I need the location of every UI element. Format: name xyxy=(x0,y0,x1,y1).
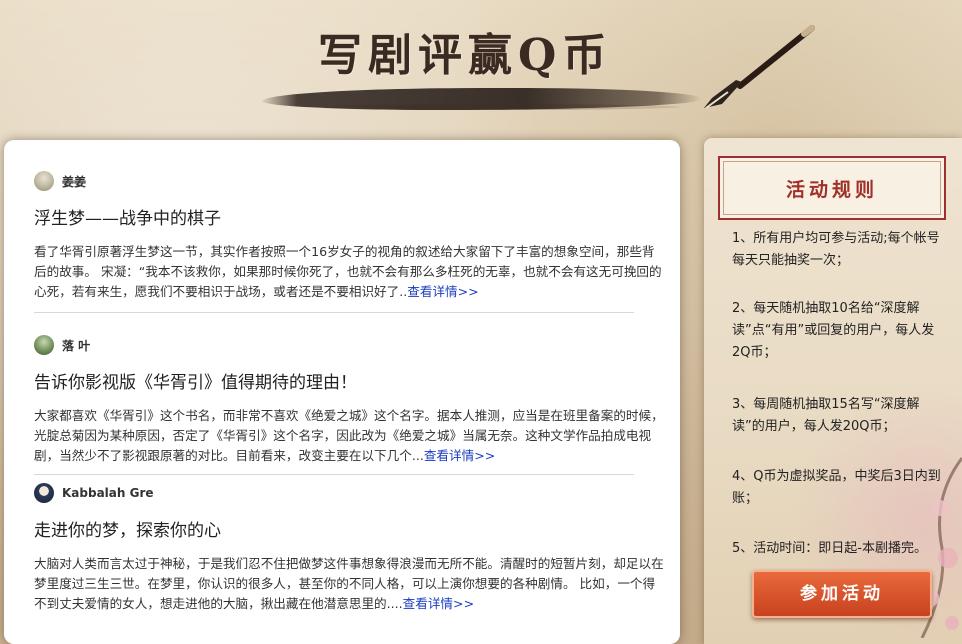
excerpt-text: 看了华胥引原著浮生梦这一节，其实作者按照一个16岁女子的视角的叙述给大家留下了丰… xyxy=(34,244,662,299)
review-item: 落 叶 告诉你影视版《华胥引》值得期待的理由！ 大家都喜欢《华胥引》这个书名，而… xyxy=(34,334,664,466)
join-activity-button[interactable]: 参加活动 xyxy=(752,570,932,618)
read-more-link[interactable]: 查看详情>> xyxy=(403,596,474,611)
avatar[interactable] xyxy=(34,171,54,191)
excerpt-text: 大家都喜欢《华胥引》这个书名，而非常不喜欢《绝爱之城》这个名字。据本人推测，应当… xyxy=(34,408,664,463)
avatar[interactable] xyxy=(34,335,54,355)
review-excerpt: 大家都喜欢《华胥引》这个书名，而非常不喜欢《绝爱之城》这个名字。据本人推测，应当… xyxy=(34,406,664,466)
page-title: 写剧评赢Q币 xyxy=(318,30,613,81)
review-excerpt: 看了华胥引原著浮生梦这一节，其实作者按照一个16岁女子的视角的叙述给大家留下了丰… xyxy=(34,242,664,302)
review-item: 姜姜 浮生梦——战争中的棋子 看了华胥引原著浮生梦这一节，其实作者按照一个16岁… xyxy=(34,170,664,302)
review-title[interactable]: 走进你的梦，探索你的心 xyxy=(34,520,664,542)
calligraphy-brush-icon xyxy=(704,25,815,109)
author-name[interactable]: 落 叶 xyxy=(62,337,90,354)
rules-heading: 活动规则 xyxy=(785,178,878,201)
divider xyxy=(34,474,634,475)
review-excerpt: 大脑对人类而言太过于神秘，于是我们忍不住把做梦这件事想象得浪漫而无所不能。清醒时… xyxy=(34,554,664,614)
review-title[interactable]: 告诉你影视版《华胥引》值得期待的理由！ xyxy=(34,372,664,394)
rule-item: 4、Q币为虚拟奖品，中奖后3日内到账； xyxy=(732,469,941,506)
rule-item: 2、每天随机抽取10名给“深度解读”点“有用”或回复的用户，每人发2Q币； xyxy=(732,301,935,360)
author-name[interactable]: 姜姜 xyxy=(62,173,86,190)
review-author[interactable]: 姜姜 xyxy=(34,170,664,192)
rules-panel: 活动规则 1、所有用户均可参与活动;每个帐号每天只能抽奖一次； 2、每天随机抽取… xyxy=(704,138,962,644)
author-name[interactable]: Kabbalah Gre xyxy=(62,486,154,500)
rule-item: 5、活动时间：即日起-本剧播完。 xyxy=(732,541,927,556)
review-author[interactable]: 落 叶 xyxy=(34,334,664,356)
rule-item: 1、所有用户均可参与活动;每个帐号每天只能抽奖一次； xyxy=(732,231,940,268)
avatar[interactable] xyxy=(34,483,54,503)
read-more-link[interactable]: 查看详情>> xyxy=(407,284,478,299)
ink-brush-stroke-shadow xyxy=(300,104,680,110)
header-banner: 写剧评赢Q币 xyxy=(0,0,962,140)
review-title[interactable]: 浮生梦——战争中的棋子 xyxy=(34,208,664,230)
read-more-link[interactable]: 查看详情>> xyxy=(424,448,495,463)
rules-heading-banner: 活动规则 xyxy=(718,156,946,220)
rule-item: 3、每周随机抽取15名写“深度解读”的用户，每人发20Q币； xyxy=(732,397,920,434)
reviews-panel: 姜姜 浮生梦——战争中的棋子 看了华胥引原著浮生梦这一节，其实作者按照一个16岁… xyxy=(4,140,680,644)
review-author[interactable]: Kabbalah Gre xyxy=(34,482,664,504)
divider xyxy=(34,312,634,313)
review-item: Kabbalah Gre 走进你的梦，探索你的心 大脑对人类而言太过于神秘，于是… xyxy=(34,482,664,614)
excerpt-text: 大脑对人类而言太过于神秘，于是我们忍不住把做梦这件事想象得浪漫而无所不能。清醒时… xyxy=(34,556,664,611)
